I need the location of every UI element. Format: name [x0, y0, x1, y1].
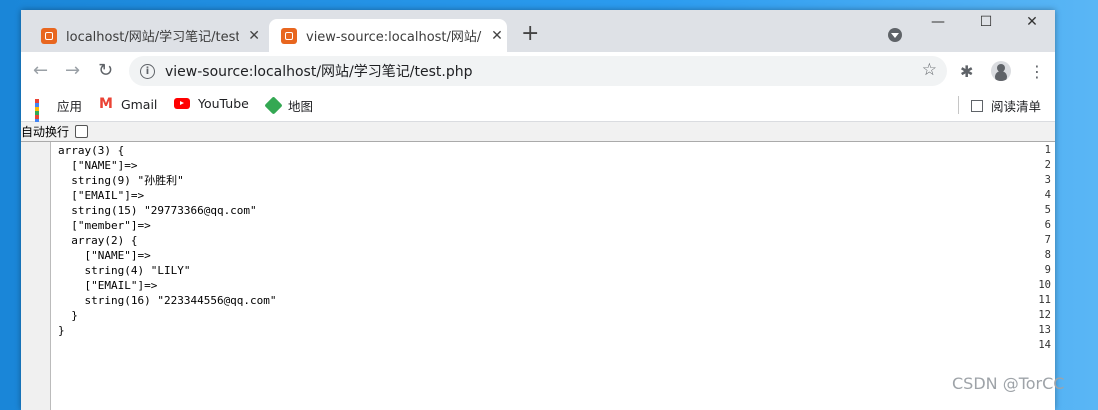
- bookmark-gmail[interactable]: M Gmail: [99, 96, 157, 112]
- tab-strip: localhost/网站/学习笔记/test.php ✕ view-source…: [21, 10, 1055, 52]
- gmail-icon: M: [99, 96, 113, 112]
- menu-kebab-icon[interactable]: ⋮: [1029, 62, 1045, 81]
- minimize-icon[interactable]: —: [918, 14, 958, 30]
- line-number: 10: [1038, 279, 1051, 291]
- line-number: 7: [1044, 234, 1051, 246]
- maps-icon: [264, 96, 283, 115]
- url-text[interactable]: view-source:localhost/网站/学习笔记/test.php: [165, 61, 472, 81]
- tab-close-icon[interactable]: ✕: [245, 28, 263, 44]
- source-line: string(4) "LILY": [58, 264, 191, 277]
- line-number: 11: [1038, 294, 1051, 306]
- bookmark-label: 应用: [57, 99, 83, 114]
- line-number: 9: [1044, 264, 1051, 276]
- maximize-icon[interactable]: ☐: [966, 14, 1006, 30]
- xampp-favicon-icon: [281, 27, 297, 44]
- source-line: }: [58, 324, 65, 337]
- line-number: 3: [1044, 174, 1051, 186]
- bookmark-youtube[interactable]: YouTube: [174, 96, 249, 111]
- bookmark-label: 地图: [288, 99, 314, 114]
- source-line: ["NAME"]=>: [58, 249, 151, 262]
- bookmark-maps[interactable]: 地图: [264, 96, 314, 115]
- line-number: 5: [1044, 204, 1051, 216]
- source-line: }: [58, 309, 78, 322]
- tab-localhost-test[interactable]: localhost/网站/学习笔记/test.php ✕: [29, 19, 263, 52]
- line-number: 13: [1038, 324, 1051, 336]
- source-line: ["NAME"]=>: [58, 159, 138, 172]
- new-tab-plus-icon[interactable]: +: [521, 23, 539, 45]
- watermark: CSDN @TorCC: [952, 374, 1065, 393]
- forward-arrow-icon[interactable]: →: [65, 60, 80, 81]
- address-bar[interactable]: i view-source:localhost/网站/学习笔记/test.php…: [129, 56, 947, 86]
- tab-title: view-source:localhost/网站/学习笔记/test.php: [306, 30, 482, 45]
- profile-avatar-icon[interactable]: [991, 61, 1011, 81]
- source-view: 自动换行 1 array(3) { 2 ["NAME"]=> 3 string(9) …: [21, 122, 1055, 410]
- window-close-icon[interactable]: ✕: [1012, 14, 1052, 30]
- source-line: string(9) "孙胜利": [58, 174, 184, 187]
- browser-window: localhost/网站/学习笔记/test.php ✕ view-source…: [21, 10, 1055, 410]
- reload-icon[interactable]: ↻: [98, 60, 113, 81]
- bookmark-apps[interactable]: 应用: [35, 96, 83, 135]
- tab-search-icon[interactable]: [888, 28, 902, 42]
- reading-list-label: 阅读清单: [991, 99, 1042, 114]
- bookmark-label: Gmail: [120, 96, 158, 112]
- tab-view-source[interactable]: view-source:localhost/网站/学习笔记/test.php ✕: [269, 19, 507, 52]
- line-number: 8: [1044, 249, 1051, 261]
- line-number: 14: [1038, 339, 1051, 351]
- line-number: 1: [1044, 144, 1051, 156]
- line-number: 4: [1044, 189, 1051, 201]
- reading-list-icon: [971, 99, 983, 112]
- browser-toolbar: ← → ↻ i view-source:localhost/网站/学习笔记/te…: [21, 52, 1055, 90]
- reading-list-button[interactable]: 阅读清单: [971, 96, 1041, 115]
- source-line: array(2) {: [58, 234, 138, 247]
- source-line: string(15) "29773366@qq.com": [58, 204, 257, 217]
- bookmarks-bar: 应用 M Gmail YouTube 地图 阅读清单: [21, 90, 1055, 135]
- bookmark-star-icon[interactable]: ☆: [922, 60, 937, 80]
- line-number: 2: [1044, 159, 1051, 171]
- apps-grid-icon: [35, 98, 49, 135]
- tab-close-icon[interactable]: ✕: [488, 28, 506, 44]
- xampp-favicon-icon: [41, 27, 57, 44]
- extensions-puzzle-icon[interactable]: ✱: [960, 62, 973, 81]
- line-wrap-checkbox[interactable]: [75, 125, 89, 138]
- line-number: 12: [1038, 309, 1051, 321]
- source-line: ["member"]=>: [58, 219, 151, 232]
- line-number-gutter: [21, 142, 51, 410]
- source-line: ["EMAIL"]=>: [58, 189, 145, 202]
- bookmarks-divider: [958, 96, 959, 114]
- source-line: string(16) "223344556@qq.com": [58, 294, 277, 307]
- site-info-icon[interactable]: i: [140, 63, 155, 79]
- tab-title: localhost/网站/学习笔记/test.php: [66, 30, 240, 45]
- bookmark-label: YouTube: [198, 96, 249, 111]
- line-wrap-bar: 自动换行: [21, 122, 1055, 142]
- line-wrap-label: 自动换行: [21, 125, 70, 139]
- source-line: array(3) {: [58, 144, 125, 157]
- back-arrow-icon[interactable]: ←: [33, 60, 48, 81]
- line-number: 6: [1044, 219, 1051, 231]
- source-line: ["EMAIL"]=>: [58, 279, 158, 292]
- youtube-icon: [174, 98, 190, 109]
